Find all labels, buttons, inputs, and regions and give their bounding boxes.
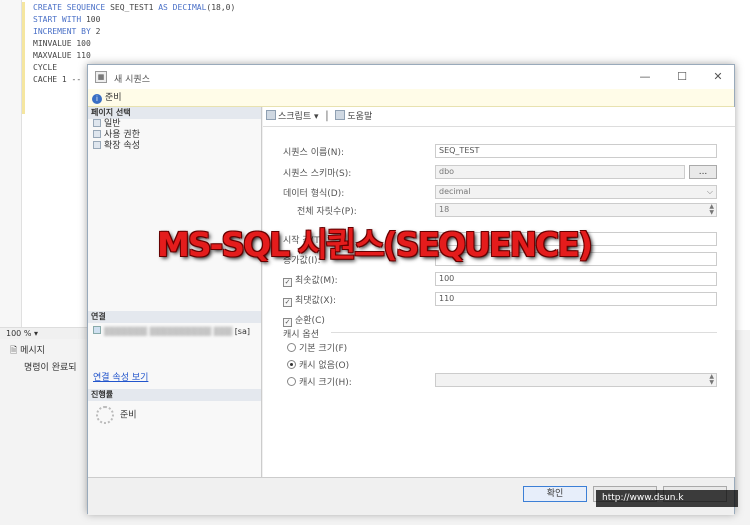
dialog-title: 새 시퀀스 [114, 75, 150, 85]
dialog-toolbar: 스크립트 ▾ │ 도움말 [263, 107, 735, 127]
maximize-button[interactable]: ☐ [673, 69, 691, 85]
data-type-value: decimal [439, 187, 471, 196]
progress-status: 준비 [120, 410, 137, 421]
sequence-name-label: 시퀀스 이름(N): [283, 148, 345, 158]
page-icon [93, 119, 101, 127]
connection-user: [sa] [234, 327, 250, 336]
messages-text: 명령이 완료되 [24, 363, 77, 373]
connection-header: 연결 [88, 311, 261, 323]
sequence-name-input[interactable]: SEQ_TEST [435, 144, 717, 158]
page-permissions[interactable]: 사용 권한 [88, 130, 261, 141]
view-connection-properties-link[interactable]: 연결 속성 보기 [88, 370, 261, 383]
page-extended-label: 확장 속성 [104, 141, 140, 151]
max-value-label: 최댓값(X): [295, 296, 337, 306]
precision-input[interactable]: 18 ▲ ▼ [435, 203, 717, 217]
progress-spinner-icon [96, 406, 114, 424]
code-text: (18,0) [206, 3, 236, 12]
site-watermark: http://www.dsun.k [596, 490, 738, 507]
cache-default-label: 기본 크기(F) [299, 344, 348, 354]
cycle-row: ✓ 순환(C) [283, 313, 325, 327]
page-permissions-label: 사용 권한 [104, 130, 140, 140]
dialog-app-icon: ▦ [95, 71, 107, 83]
code-text: SEQ_TEST1 [105, 3, 159, 12]
spinner-arrows-icon[interactable]: ▲ ▼ [709, 374, 714, 386]
cache-size-input[interactable]: ▲ ▼ [435, 373, 717, 387]
dialog-status-bar: i 준비 [88, 89, 734, 107]
max-value-row: ✓ 최댓값(X): [283, 293, 336, 307]
cache-options-label: 캐시 옵션 [283, 330, 319, 340]
server-icon [93, 326, 101, 334]
cache-default-row: 기본 크기(F) [287, 341, 347, 354]
script-button[interactable]: 스크립트 ▾ [266, 110, 319, 122]
page-icon [93, 141, 101, 149]
help-icon [335, 110, 346, 120]
code-keyword: INCREMENT BY [33, 27, 91, 36]
script-icon [266, 110, 276, 120]
cache-size-radio[interactable] [287, 377, 296, 386]
min-value-input[interactable]: 100 [435, 272, 717, 286]
script-label: 스크립트 [278, 112, 312, 122]
page-general[interactable]: 일반 [88, 119, 261, 130]
progress-header: 진행률 [88, 389, 261, 401]
editor-gutter [0, 0, 22, 330]
code-line: MAXVALUE 110 [33, 51, 91, 60]
max-value-input[interactable]: 110 [435, 292, 717, 306]
zoom-value: 100 % [6, 329, 32, 338]
page-select-header: 페이지 선택 [88, 107, 261, 119]
code-text: 2 [90, 27, 101, 36]
code-text: 100 [81, 15, 101, 24]
code-keyword: START WITH [33, 15, 82, 24]
cache-none-label: 캐시 없음(O) [299, 361, 350, 371]
code-keyword: AS DECIMAL [158, 3, 207, 12]
code-keyword: CREATE SEQUENCE [33, 3, 106, 12]
max-value-checkbox[interactable]: ✓ [283, 298, 292, 307]
code-line: MINVALUE 100 [33, 39, 91, 48]
schema-browse-button[interactable]: ... [689, 165, 717, 179]
min-value-row: ✓ 최솟값(M): [283, 273, 338, 287]
cache-size-row: 캐시 크기(H): [287, 375, 352, 388]
code-line: CACHE 1 -- [33, 75, 82, 84]
cache-group-divider [331, 332, 717, 333]
minimize-button[interactable]: — [636, 69, 654, 85]
cache-size-label: 캐시 크기(H): [299, 378, 352, 388]
data-type-select[interactable]: decimal ⌵ [435, 185, 717, 199]
min-value-checkbox[interactable]: ✓ [283, 278, 292, 287]
ok-button[interactable]: 확인 [523, 486, 587, 502]
right-pane: 스크립트 ▾ │ 도움말 시퀀스 이름(N): SEQ_TEST 시퀀스 스키마… [263, 107, 735, 477]
precision-label: 전체 자릿수(P): [297, 207, 357, 217]
min-value-label: 최솟값(M): [295, 276, 338, 286]
help-label: 도움말 [347, 112, 373, 122]
cache-none-row: 캐시 없음(O) [287, 358, 349, 371]
page-extended-properties[interactable]: 확장 속성 [88, 141, 261, 152]
zoom-select[interactable]: 100 % ▾ [0, 327, 88, 339]
sequence-schema-label: 시퀀스 스키마(S): [283, 169, 352, 179]
sequence-schema-input[interactable]: dbo [435, 165, 685, 179]
change-indicator [22, 2, 25, 114]
cache-default-radio[interactable] [287, 343, 296, 352]
messages-tab-label: 메시지 [20, 346, 45, 356]
cache-none-radio[interactable] [287, 360, 296, 369]
data-type-label: 데이터 형식(D): [283, 189, 345, 199]
help-button[interactable]: 도움말 [335, 110, 373, 122]
dialog-titlebar[interactable]: ▦ 새 시퀀스 — ☐ ✕ [88, 65, 734, 89]
cycle-label: 순환(C) [295, 316, 325, 326]
close-button[interactable]: ✕ [709, 69, 727, 85]
page-icon [93, 130, 101, 138]
message-icon: 🗎 [10, 346, 18, 356]
precision-value: 18 [439, 205, 450, 214]
left-pane: 페이지 선택 일반 사용 권한 확장 속성 연결 ▓▓▓▓▓▓▓ ▓▓▓▓▓▓▓… [88, 107, 262, 477]
overlay-title: MS-SQL 시퀀스(SEQUENCE) [157, 225, 593, 264]
cycle-checkbox[interactable]: ✓ [283, 318, 292, 327]
connection-row: ▓▓▓▓▓▓▓ ▓▓▓▓▓▓▓▓▓▓ ▓▓▓ [sa] [88, 326, 261, 336]
server-name-blurred: ▓▓▓▓▓▓▓ ▓▓▓▓▓▓▓▓▓▓ ▓▓▓ [104, 327, 233, 336]
progress-area: 준비 [88, 406, 261, 424]
new-sequence-dialog: ▦ 새 시퀀스 — ☐ ✕ i 준비 페이지 선택 일반 사용 권한 확장 속성 … [87, 64, 735, 515]
chevron-down-icon: ⌵ [706, 187, 713, 196]
messages-tab[interactable]: 🗎 메시지 [10, 343, 45, 359]
spinner-arrows-icon[interactable]: ▲ ▼ [709, 204, 714, 216]
page-general-label: 일반 [104, 119, 121, 129]
info-icon: i [92, 94, 102, 104]
code-line: CYCLE [33, 63, 58, 72]
dialog-status-text: 준비 [105, 93, 122, 103]
